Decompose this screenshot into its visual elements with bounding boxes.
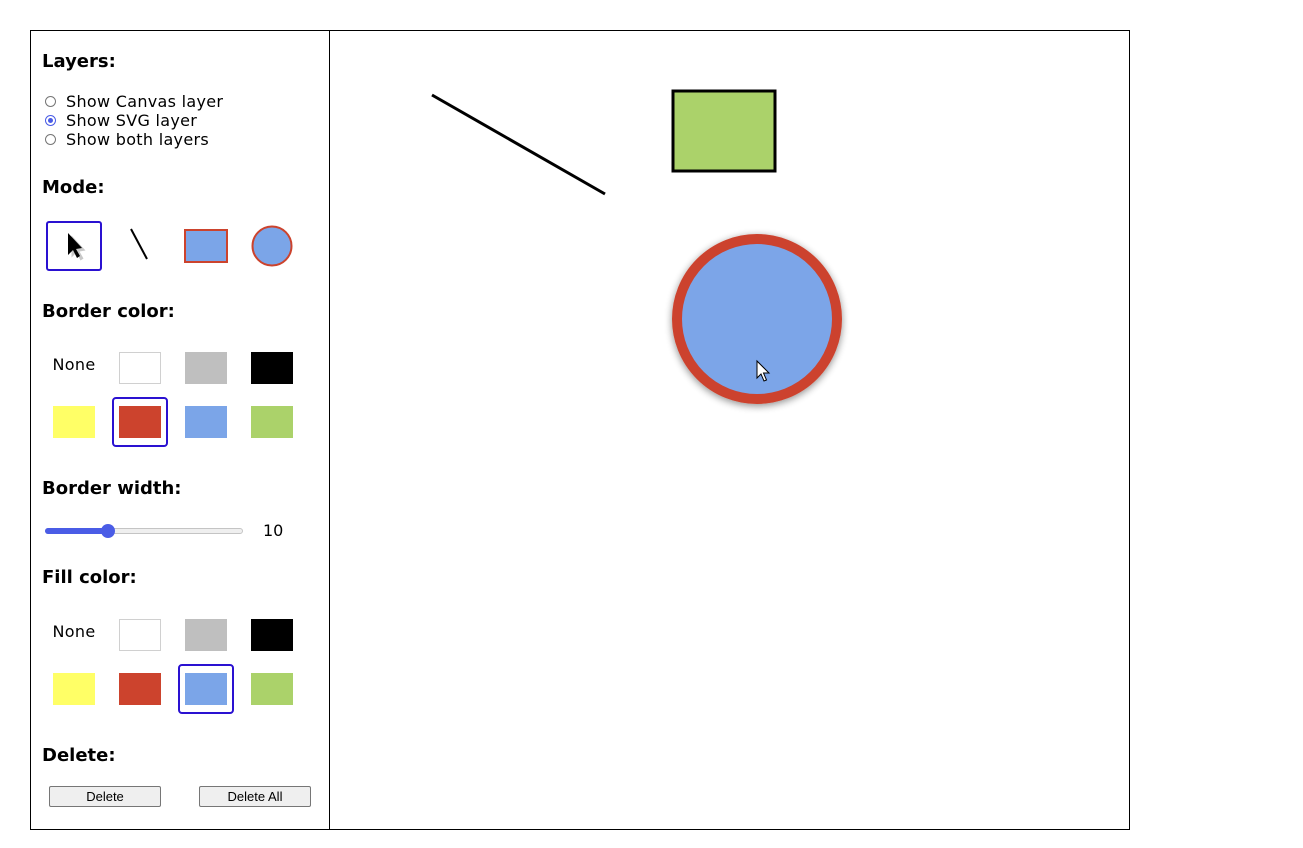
select-tool-button[interactable] bbox=[46, 221, 102, 271]
border-color-white[interactable] bbox=[112, 343, 168, 393]
color-swatch bbox=[119, 406, 161, 438]
border-color-heading: Border color: bbox=[42, 301, 175, 322]
fill-color-yellow[interactable] bbox=[46, 664, 102, 714]
fill-color-black[interactable] bbox=[244, 610, 300, 660]
fill-color-white[interactable] bbox=[112, 610, 168, 660]
radio-show-both-layers[interactable]: Show both layers bbox=[45, 130, 209, 149]
border-color-gray[interactable] bbox=[178, 343, 234, 393]
line-shape[interactable] bbox=[431, 93, 606, 196]
rectangle-shape[interactable] bbox=[671, 89, 777, 173]
border-color-blue[interactable] bbox=[178, 397, 234, 447]
line-tool-button[interactable] bbox=[112, 221, 168, 271]
fill-color-green[interactable] bbox=[244, 664, 300, 714]
color-swatch bbox=[251, 406, 293, 438]
control-panel: Layers: Show Canvas layer Show SVG layer… bbox=[31, 31, 330, 829]
color-swatch bbox=[119, 352, 161, 384]
line-icon bbox=[130, 228, 148, 260]
color-swatch bbox=[251, 352, 293, 384]
border-width-value: 10 bbox=[263, 521, 284, 540]
border-width-heading: Border width: bbox=[42, 478, 182, 499]
radio-button[interactable] bbox=[45, 134, 56, 145]
color-swatch bbox=[185, 406, 227, 438]
color-swatch bbox=[53, 673, 95, 705]
svg-layer bbox=[431, 89, 842, 404]
radio-label: Show SVG layer bbox=[66, 111, 198, 130]
color-swatch bbox=[185, 673, 227, 705]
layers-heading: Layers: bbox=[42, 51, 116, 72]
radio-button[interactable] bbox=[45, 96, 56, 107]
circle-tool-button[interactable] bbox=[244, 221, 300, 271]
none-label: None bbox=[52, 354, 96, 374]
color-swatch bbox=[119, 673, 161, 705]
color-swatch bbox=[185, 352, 227, 384]
rectangle-tool-button[interactable] bbox=[178, 221, 234, 271]
none-label: None bbox=[52, 621, 96, 641]
drawing-canvas[interactable] bbox=[330, 31, 1129, 829]
arrow-cursor-icon bbox=[68, 233, 86, 261]
color-swatch bbox=[53, 406, 95, 438]
border-color-yellow[interactable] bbox=[46, 397, 102, 447]
drawing-app: Layers: Show Canvas layer Show SVG layer… bbox=[30, 30, 1130, 830]
delete-all-button[interactable]: Delete All bbox=[199, 786, 311, 807]
color-swatch bbox=[251, 673, 293, 705]
rectangle-icon bbox=[184, 229, 228, 263]
color-swatch bbox=[119, 619, 161, 651]
fill-color-red[interactable] bbox=[112, 664, 168, 714]
border-color-green[interactable] bbox=[244, 397, 300, 447]
fill-color-blue[interactable] bbox=[178, 664, 234, 714]
slider-fill bbox=[45, 528, 109, 534]
fill-color-none[interactable]: None bbox=[46, 606, 102, 656]
border-color-none[interactable]: None bbox=[46, 339, 102, 389]
circle-icon bbox=[251, 225, 293, 267]
radio-label: Show Canvas layer bbox=[66, 92, 224, 111]
slider-thumb[interactable] bbox=[101, 524, 116, 538]
radio-show-svg-layer[interactable]: Show SVG layer bbox=[45, 111, 197, 130]
mode-heading: Mode: bbox=[42, 177, 105, 198]
color-swatch bbox=[251, 619, 293, 651]
fill-color-gray[interactable] bbox=[178, 610, 234, 660]
border-width-slider[interactable] bbox=[45, 524, 243, 538]
fill-color-heading: Fill color: bbox=[42, 567, 137, 588]
radio-button[interactable] bbox=[45, 115, 56, 126]
delete-button[interactable]: Delete bbox=[49, 786, 161, 807]
border-color-red[interactable] bbox=[112, 397, 168, 447]
border-color-black[interactable] bbox=[244, 343, 300, 393]
delete-heading: Delete: bbox=[42, 745, 116, 766]
color-swatch bbox=[185, 619, 227, 651]
radio-label: Show both layers bbox=[66, 130, 209, 149]
radio-show-canvas-layer[interactable]: Show Canvas layer bbox=[45, 92, 223, 111]
